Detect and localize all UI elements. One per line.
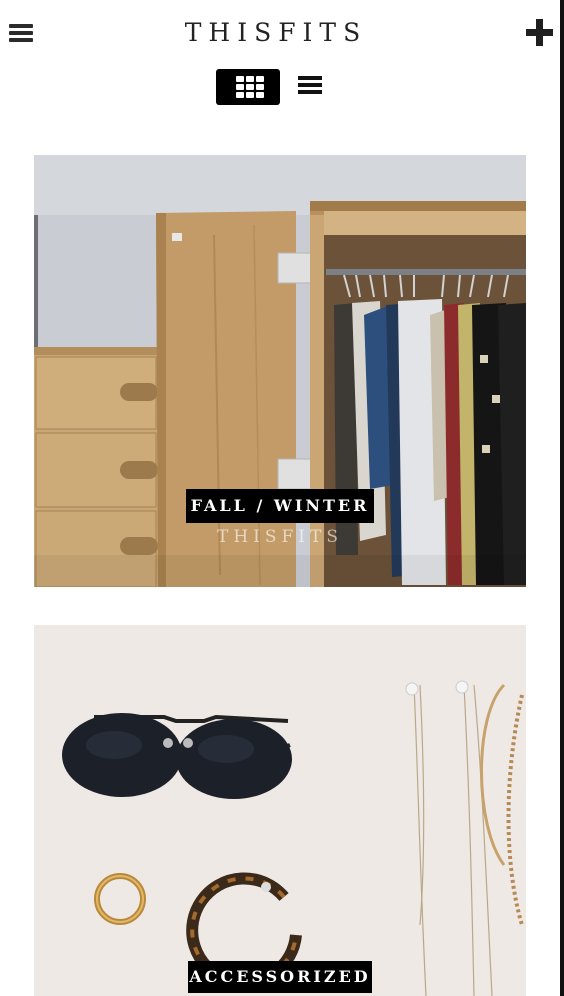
collection-title-label: ACCESSORIZED: [188, 961, 372, 993]
collection-card-fall-winter[interactable]: FALL / WINTER THISFITS: [34, 155, 526, 587]
collection-title-label: FALL / WINTER: [186, 489, 374, 523]
right-edge-scrollbar: [560, 0, 564, 996]
grid-view-icon: [236, 76, 264, 98]
grid-view-button[interactable]: [216, 69, 280, 105]
plus-icon[interactable]: [526, 19, 553, 46]
brand-title: THISFITS: [184, 18, 368, 47]
list-view-icon[interactable]: [298, 76, 322, 96]
accessories-photo: [34, 625, 526, 996]
collection-card-accessorized[interactable]: ACCESSORIZED: [34, 625, 526, 996]
collection-subtitle: THISFITS: [216, 527, 344, 547]
